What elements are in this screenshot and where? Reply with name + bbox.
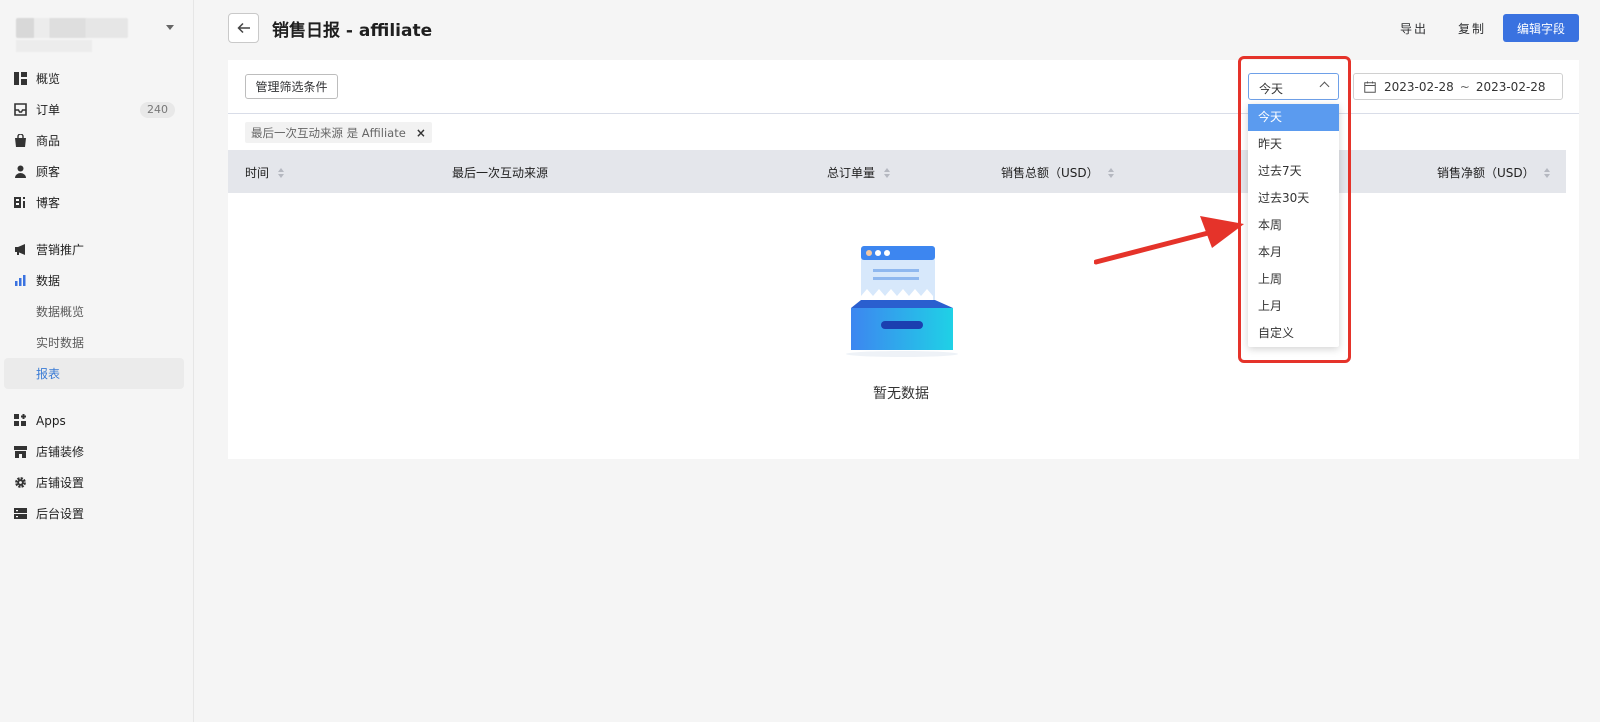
dropdown-option-this-week[interactable]: 本周	[1248, 212, 1339, 239]
sidebar-item-overview[interactable]: 概览	[0, 63, 194, 94]
dropdown-option-last-week[interactable]: 上周	[1248, 266, 1339, 293]
orders-count-badge: 240	[140, 102, 175, 118]
sidebar-item-label: 概览	[36, 72, 61, 86]
caret-down-icon	[166, 25, 174, 30]
bar-chart-icon	[14, 274, 27, 287]
sidebar-item-orders[interactable]: 订单 240	[0, 94, 194, 125]
period-select[interactable]: 今天	[1248, 73, 1339, 100]
sidebar-item-data[interactable]: 数据	[0, 265, 194, 296]
column-label: 时间	[245, 166, 270, 180]
export-button[interactable]: 导出	[1400, 20, 1428, 37]
sidebar-subitem-data-overview[interactable]: 数据概览	[0, 296, 194, 327]
server-icon	[14, 507, 27, 520]
column-label: 销售总额（USD）	[1001, 166, 1099, 180]
arrow-left-icon	[236, 22, 250, 34]
sidebar-item-label: 数据	[36, 274, 61, 288]
dropdown-option-last-30-days[interactable]: 过去30天	[1248, 185, 1339, 212]
period-select-value: 今天	[1259, 82, 1284, 96]
manage-filters-button[interactable]: 管理筛选条件	[245, 74, 338, 99]
filter-chip-label: 最后一次互动来源 是 Affiliate	[251, 125, 406, 140]
sidebar-item-label: 后台设置	[36, 507, 85, 521]
close-icon[interactable]: ×	[416, 126, 426, 140]
sidebar-item-label: 店铺装修	[36, 445, 85, 459]
dropdown-option-yesterday[interactable]: 昨天	[1248, 131, 1339, 158]
blog-icon	[14, 196, 27, 209]
sidebar-item-label: Apps	[36, 413, 66, 428]
column-net-sales[interactable]: 销售净额（USD）	[1437, 164, 1550, 181]
column-label: 总订单量	[827, 166, 876, 180]
dropdown-option-last-month[interactable]: 上月	[1248, 293, 1339, 320]
sort-icon[interactable]	[1107, 167, 1114, 178]
sort-icon[interactable]	[278, 167, 285, 178]
table-header: 时间 最后一次互动来源 总订单量 销售总额（USD） 销售净额（USD）	[228, 150, 1566, 193]
date-start: 2023-02-28	[1384, 79, 1454, 94]
sidebar-item-blog[interactable]: 博客	[0, 187, 194, 218]
date-range-picker[interactable]: 2023-02-28 ~ 2023-02-28	[1353, 73, 1563, 100]
sidebar-item-label: 实时数据	[36, 336, 85, 350]
gear-icon	[14, 476, 27, 489]
sidebar-item-store-design[interactable]: 店铺装修	[0, 436, 194, 467]
card-divider	[228, 113, 1579, 114]
back-button[interactable]	[228, 13, 259, 43]
sidebar-item-label: 报表	[36, 367, 61, 381]
date-end: 2023-02-28	[1475, 79, 1546, 94]
store-switcher[interactable]	[8, 12, 186, 54]
page-title: 销售日报 - affiliate	[272, 21, 433, 41]
sidebar-item-store-settings[interactable]: 店铺设置	[0, 467, 194, 498]
sidebar-item-label: 营销推广	[36, 243, 85, 257]
calendar-icon	[1364, 81, 1376, 93]
sort-icon[interactable]	[884, 167, 891, 178]
sidebar-item-label: 顾客	[36, 165, 61, 179]
column-total-orders[interactable]: 总订单量	[827, 164, 891, 181]
sidebar-item-admin-settings[interactable]: 后台设置	[0, 498, 194, 529]
empty-state-text: 暂无数据	[873, 386, 929, 402]
sidebar-nav: 概览 订单 240 商品 顾客 博客 营销推广 数据 数据概览 实时数据 报表 …	[0, 63, 194, 529]
column-gross-sales[interactable]: 销售总额（USD）	[1001, 164, 1114, 181]
inbox-icon	[14, 103, 27, 116]
copy-button[interactable]: 复制	[1458, 20, 1486, 37]
empty-box-illustration	[846, 246, 958, 357]
bag-icon	[14, 134, 27, 147]
sidebar-item-customers[interactable]: 顾客	[0, 156, 194, 187]
sidebar-subitem-realtime[interactable]: 实时数据	[0, 327, 194, 358]
chevron-up-icon	[1319, 81, 1330, 92]
sidebar-item-label: 订单	[36, 103, 61, 117]
period-dropdown-menu: 今天 昨天 过去7天 过去30天 本周 本月 上周 上月 自定义	[1248, 104, 1339, 347]
filter-chip: 最后一次互动来源 是 Affiliate ×	[245, 122, 432, 143]
column-last-interaction-source: 最后一次互动来源	[452, 164, 548, 181]
sidebar-item-label: 博客	[36, 196, 61, 210]
sidebar: 概览 订单 240 商品 顾客 博客 营销推广 数据 数据概览 实时数据 报表 …	[0, 0, 194, 722]
store-logo	[16, 18, 128, 38]
column-time[interactable]: 时间	[245, 164, 285, 181]
date-separator: ~	[1459, 79, 1470, 94]
sidebar-item-label: 数据概览	[36, 305, 85, 319]
sidebar-item-label: 商品	[36, 134, 61, 148]
column-label: 销售净额（USD）	[1437, 166, 1535, 180]
sidebar-item-apps[interactable]: Apps	[0, 405, 194, 436]
dropdown-option-custom[interactable]: 自定义	[1248, 320, 1339, 347]
column-label: 最后一次互动来源	[452, 166, 549, 180]
megaphone-icon	[14, 243, 27, 256]
dropdown-option-last-7-days[interactable]: 过去7天	[1248, 158, 1339, 185]
sidebar-item-products[interactable]: 商品	[0, 125, 194, 156]
store-name-blurred	[16, 40, 92, 52]
apps-icon	[14, 414, 27, 427]
sidebar-subitem-reports[interactable]: 报表	[4, 358, 184, 389]
store-icon	[14, 445, 27, 458]
sort-icon[interactable]	[1543, 167, 1550, 178]
user-icon	[14, 165, 27, 178]
dropdown-option-today[interactable]: 今天	[1248, 104, 1339, 131]
overview-icon	[14, 72, 27, 85]
dropdown-option-this-month[interactable]: 本月	[1248, 239, 1339, 266]
sidebar-item-marketing[interactable]: 营销推广	[0, 234, 194, 265]
sidebar-item-label: 店铺设置	[36, 476, 85, 490]
edit-fields-button[interactable]: 编辑字段	[1503, 14, 1579, 42]
